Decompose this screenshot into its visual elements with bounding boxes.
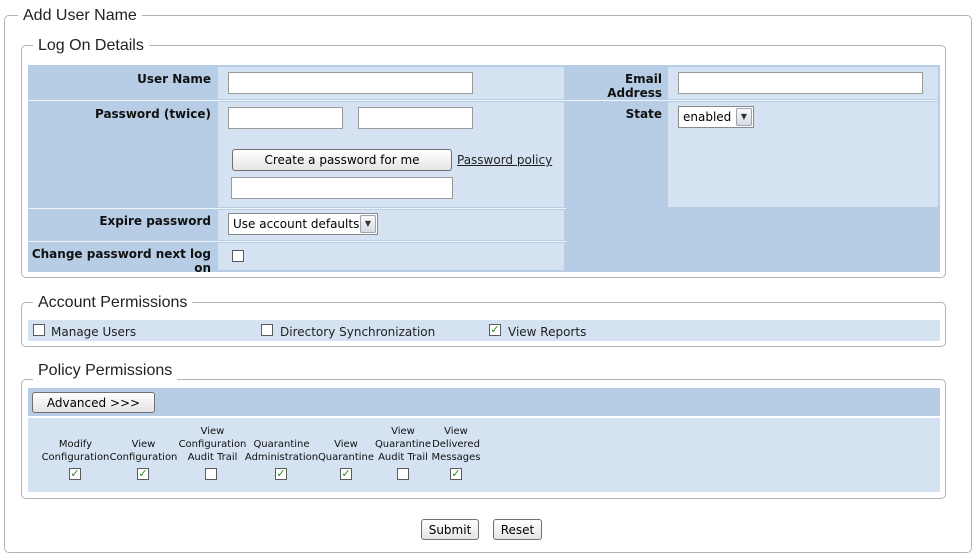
create-password-button[interactable]: Create a password for me — [232, 149, 452, 171]
account-permissions-panel — [28, 320, 940, 341]
quarantine-administration-label: Quarantine Administration — [244, 439, 319, 463]
modify-configuration-checkbox[interactable]: ✓ — [69, 468, 81, 480]
submit-button[interactable]: Submit — [421, 519, 479, 540]
advanced-bar — [28, 388, 940, 416]
row-divider — [28, 208, 566, 209]
advanced-button[interactable]: Advanced >>> — [32, 392, 155, 413]
state-label: State — [625, 107, 662, 121]
view-reports-checkbox[interactable]: ✓ — [489, 324, 501, 336]
password-input[interactable] — [228, 107, 343, 129]
reset-button[interactable]: Reset — [493, 519, 542, 540]
generated-password-input[interactable] — [231, 177, 453, 199]
row-divider — [566, 100, 938, 101]
view-configuration-label: View Configuration — [109, 439, 178, 463]
user-name-label: User Name — [137, 72, 211, 86]
logon-details-legend: Log On Details — [33, 37, 149, 55]
state-select[interactable]: enabled ▼ — [678, 106, 754, 128]
change-password-next-label: Change password next log on — [31, 247, 211, 275]
logon-panel — [28, 65, 940, 272]
expire-password-label: Expire password — [99, 214, 211, 228]
account-permissions-legend: Account Permissions — [33, 294, 193, 312]
view-quarantine-label: View Quarantine — [317, 439, 375, 463]
password-policy-link[interactable]: Password policy — [457, 153, 552, 167]
password-confirm-input[interactable] — [358, 107, 473, 129]
view-config-audit-trail-label: View Configuration Audit Trail — [178, 426, 247, 463]
manage-users-label: Manage Users — [51, 325, 137, 339]
quarantine-administration-checkbox[interactable]: ✓ — [275, 468, 287, 480]
view-quarantine-audit-trail-checkbox[interactable] — [397, 468, 409, 480]
view-quarantine-audit-trail-label: View Quarantine Audit Trail — [374, 426, 432, 463]
view-delivered-messages-label: View Delivered Messages — [431, 426, 481, 463]
view-config-audit-trail-checkbox[interactable] — [205, 468, 217, 480]
state-value: enabled — [683, 110, 732, 124]
user-name-input[interactable] — [228, 72, 473, 94]
view-delivered-messages-checkbox[interactable]: ✓ — [450, 468, 462, 480]
chevron-down-icon[interactable]: ▼ — [736, 108, 752, 126]
view-quarantine-checkbox[interactable]: ✓ — [340, 468, 352, 480]
change-next-cell — [218, 243, 564, 270]
row-divider — [28, 100, 566, 101]
password-label: Password (twice) — [94, 107, 211, 121]
view-configuration-checkbox[interactable]: ✓ — [137, 468, 149, 480]
modify-configuration-label: Modify Configuration — [41, 439, 110, 463]
email-address-label: Email Address — [607, 72, 662, 100]
directory-sync-label: Directory Synchronization — [280, 325, 436, 339]
row-divider — [28, 241, 566, 242]
page-title: Add User Name — [18, 7, 142, 25]
email-address-input[interactable] — [678, 72, 923, 94]
view-reports-label: View Reports — [508, 325, 587, 339]
policy-permissions-legend: Policy Permissions — [33, 362, 178, 380]
expire-password-value: Use account defaults — [233, 217, 360, 231]
change-password-next-checkbox[interactable] — [232, 250, 244, 262]
directory-sync-checkbox[interactable] — [261, 324, 273, 336]
manage-users-checkbox[interactable] — [33, 324, 45, 336]
expire-password-select[interactable]: Use account defaults ▼ — [228, 213, 378, 235]
chevron-down-icon[interactable]: ▼ — [360, 215, 376, 233]
